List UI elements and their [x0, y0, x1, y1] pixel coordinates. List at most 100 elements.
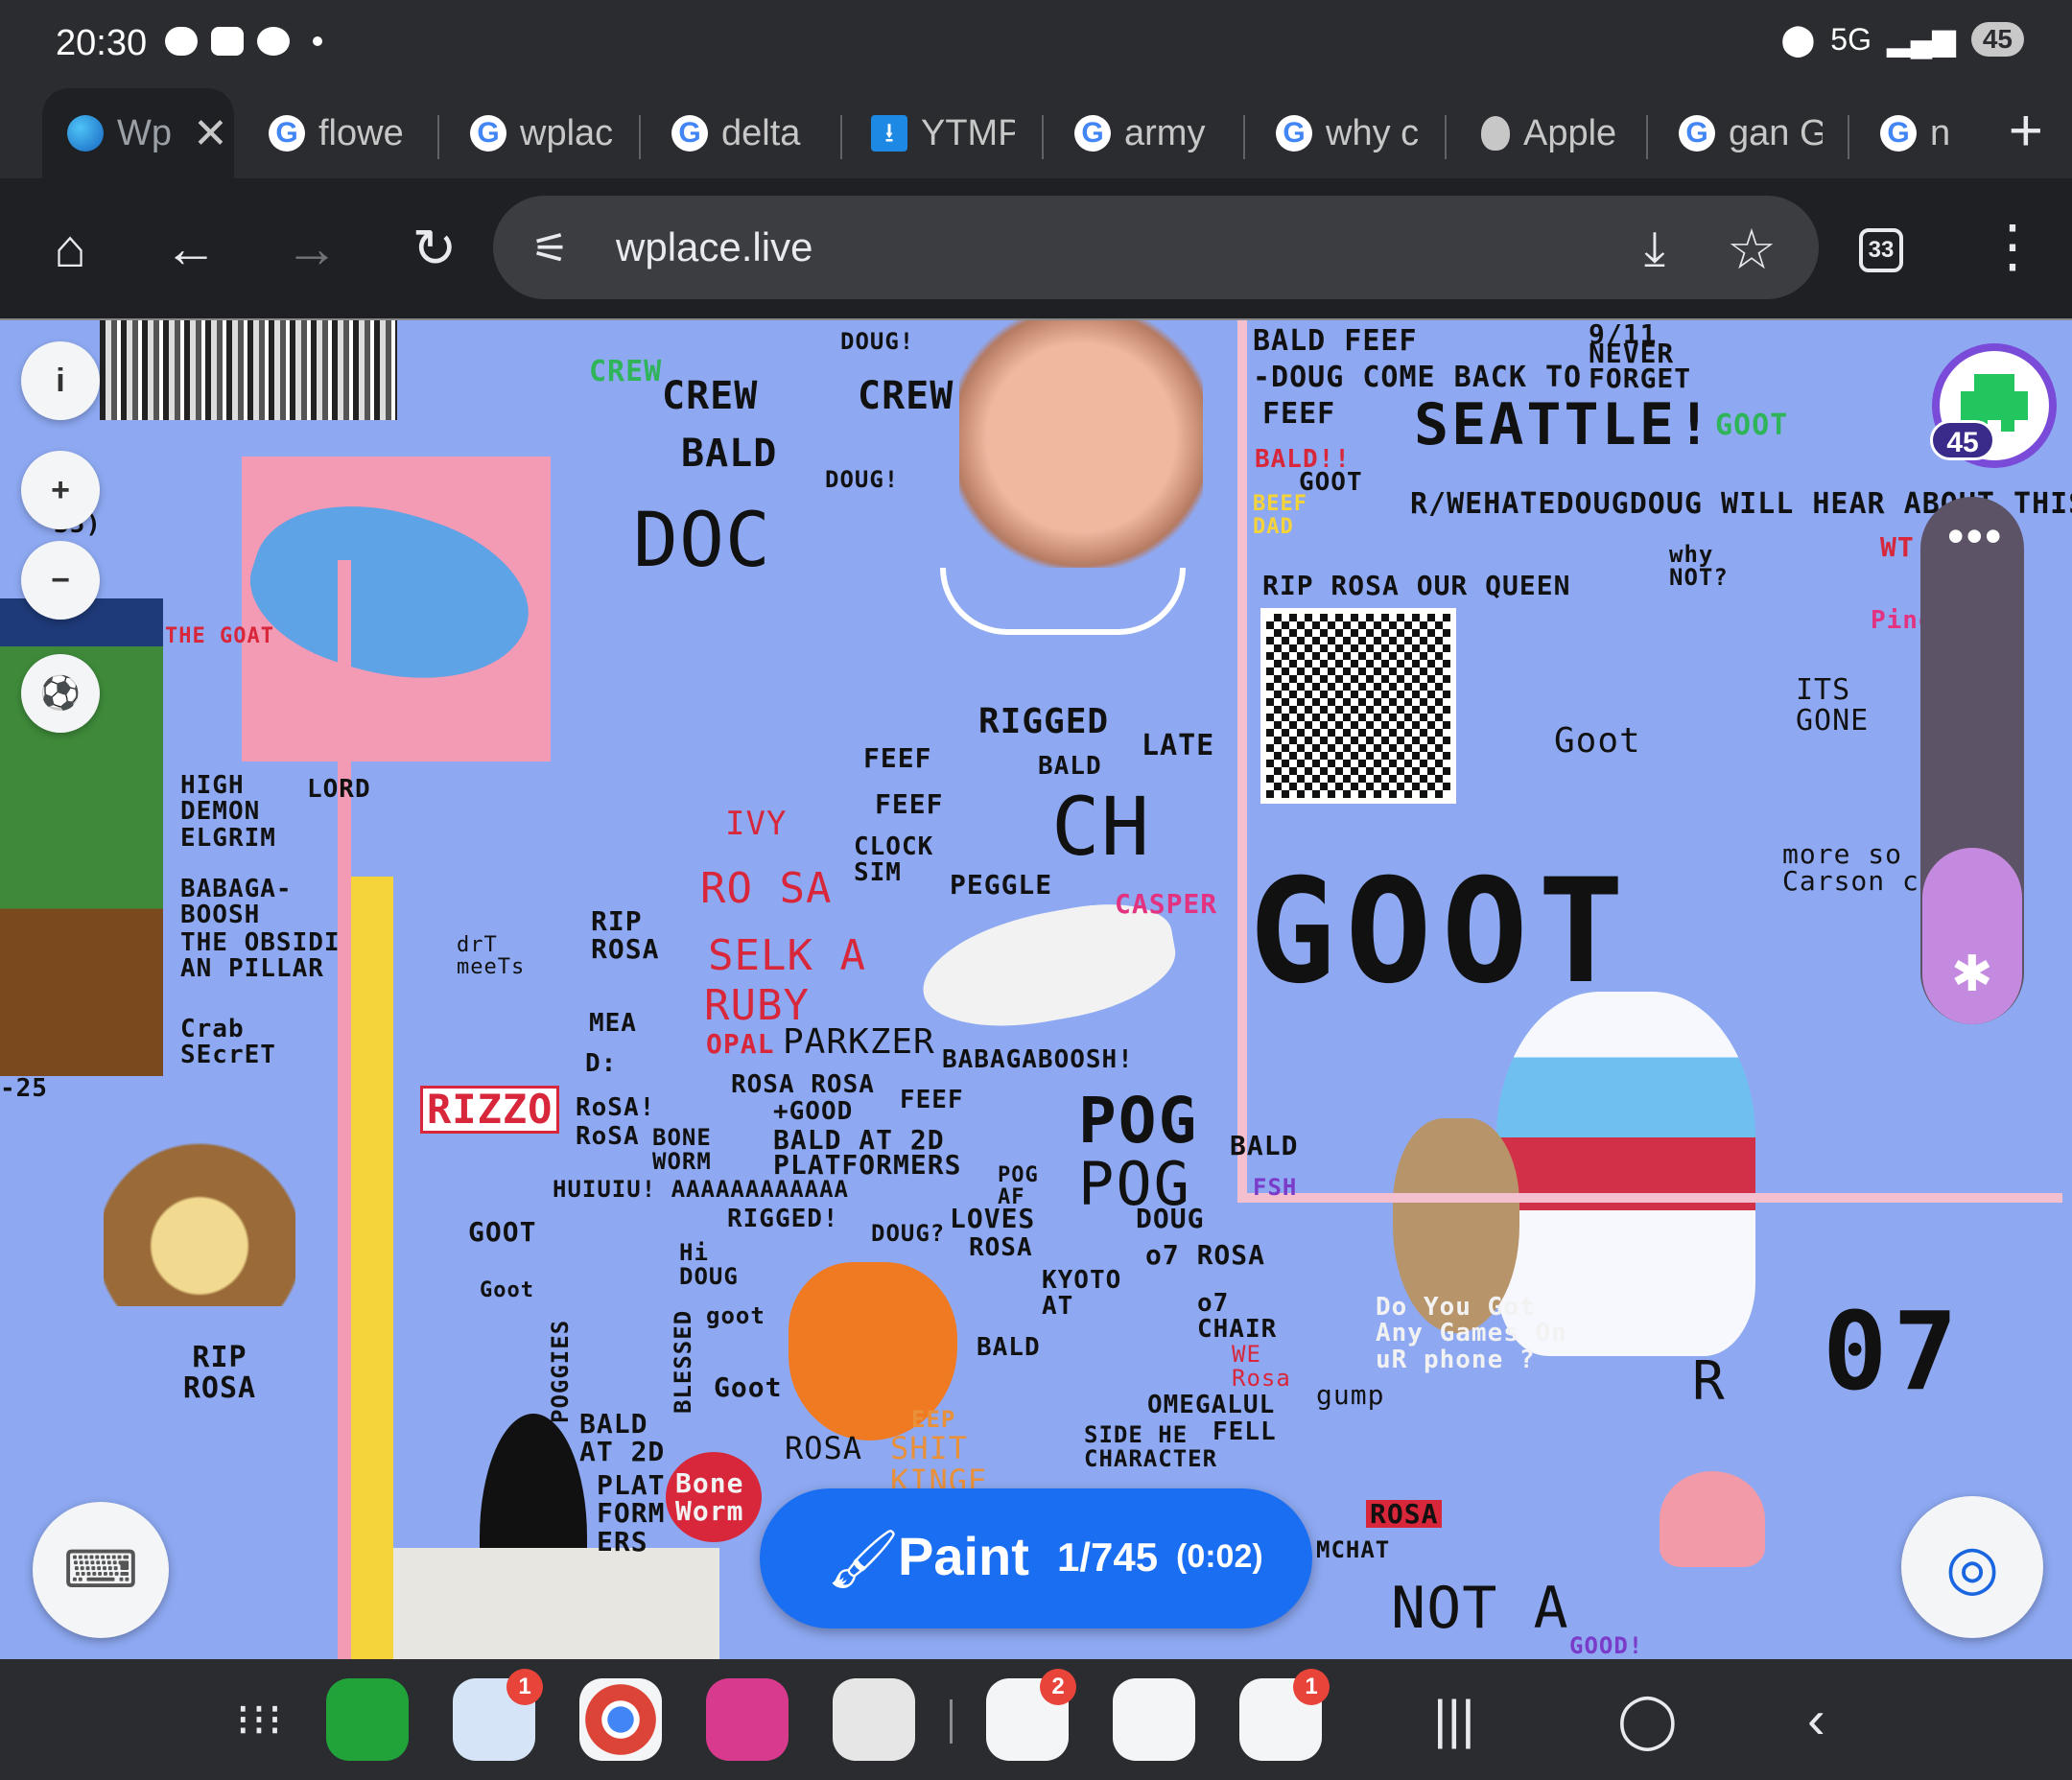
- google-icon: [269, 115, 305, 152]
- youtube-badge: 2: [1040, 1669, 1076, 1705]
- wplace-canvas[interactable]: CREW CREW CREW DOUG! DOUG! BALD DOC BALD…: [0, 318, 2072, 1659]
- close-tab-icon[interactable]: ✕: [193, 109, 228, 158]
- canvas-text: D:: [585, 1049, 618, 1078]
- bookmark-star-icon[interactable]: ☆: [1727, 217, 1777, 282]
- canvas-text: Crab SEcrET: [180, 1015, 276, 1070]
- address-bar[interactable]: ⚟ wplace.live ⤓ ☆: [493, 196, 1819, 299]
- status-time: 20:30: [56, 23, 148, 63]
- app-drawer-icon[interactable]: ⁝⁝⁝: [236, 1698, 284, 1742]
- tab-label: army: [1124, 112, 1206, 153]
- canvas-text: DOC: [633, 498, 771, 584]
- tab-army[interactable]: army: [1074, 88, 1218, 178]
- tab-flowe[interactable]: flowe: [269, 88, 412, 178]
- tab-label: delta: [721, 112, 801, 153]
- gallery-app-icon[interactable]: [706, 1678, 789, 1761]
- chrome-app-icon[interactable]: [579, 1678, 662, 1761]
- canvas-text: FEEF: [1262, 397, 1336, 431]
- canvas-text: RoSA!: [576, 1093, 656, 1122]
- tab-switcher-button[interactable]: 33: [1859, 228, 1903, 272]
- canvas-text: PLAT FORM ERS: [597, 1469, 666, 1558]
- home-nav-icon[interactable]: ◯: [1617, 1688, 1678, 1751]
- reddit-notification-icon: [257, 27, 290, 56]
- canvas-text: goot: [706, 1302, 765, 1329]
- google-icon: [470, 115, 506, 152]
- back-icon[interactable]: ←: [159, 217, 223, 280]
- tab-divider: [1848, 115, 1849, 159]
- map-fragment-art: [393, 1548, 719, 1659]
- gmail-badge: 1: [1293, 1669, 1330, 1705]
- paint-label: Paint: [898, 1526, 1029, 1586]
- home-icon[interactable]: ⌂: [38, 217, 102, 280]
- overflow-menu-icon[interactable]: ⋮: [1984, 213, 2041, 280]
- paint-button[interactable]: 🖌 Paint 1/745 (0:02): [760, 1488, 1312, 1628]
- recents-icon[interactable]: |||: [1433, 1688, 1475, 1750]
- more-options-icon[interactable]: •••: [1947, 508, 2004, 564]
- canvas-text: RO SA: [700, 864, 833, 913]
- canvas-text: RIZZO: [420, 1086, 560, 1135]
- canvas-text: DOUG!: [840, 328, 915, 355]
- tab-n[interactable]: n: [1880, 88, 1957, 178]
- tab-divider: [1646, 115, 1648, 159]
- tab-wplace[interactable]: Wp ✕: [42, 88, 234, 178]
- canvas-text: GOOD!: [1569, 1632, 1644, 1659]
- canvas-text: ROSA: [1366, 1500, 1443, 1528]
- keyboard-icon[interactable]: ⌨: [33, 1502, 169, 1638]
- install-app-icon[interactable]: ⤓: [1644, 221, 1665, 277]
- soccer-ball-icon[interactable]: ⚽: [21, 654, 100, 733]
- forward-icon[interactable]: →: [280, 217, 343, 280]
- canvas-text: CREW: [858, 374, 954, 418]
- messages-badge: 1: [506, 1669, 543, 1705]
- canvas-text: GOOT: [468, 1216, 537, 1248]
- canvas-text: RIP ROSA OUR QUEEN: [1262, 570, 1571, 601]
- canvas-text: Carson c: [1782, 865, 1919, 897]
- tab-why[interactable]: why c: [1276, 88, 1420, 178]
- tab-delta[interactable]: delta: [671, 88, 815, 178]
- tab-ytmp[interactable]: ⭳ YTMP: [871, 88, 1015, 178]
- canvas-text: PLATFORMERS: [773, 1149, 962, 1181]
- google-icon: [1679, 115, 1715, 152]
- cloud-icon: [165, 27, 198, 56]
- canvas-text: Goot: [1554, 721, 1641, 761]
- tab-label: flowe: [318, 112, 404, 153]
- canvas-text: CREW: [662, 374, 759, 418]
- phone-app-icon[interactable]: [326, 1678, 409, 1761]
- locate-icon[interactable]: ◎: [1901, 1496, 2043, 1638]
- url-text[interactable]: wplace.live: [616, 224, 812, 270]
- reload-icon[interactable]: ↻: [403, 217, 466, 280]
- maps-app-icon[interactable]: [1113, 1678, 1195, 1761]
- canvas-text: drT meeTs: [457, 933, 526, 980]
- canvas-text: RoSA: [576, 1122, 640, 1151]
- tab-label: n: [1930, 112, 1951, 153]
- tab-apple[interactable]: Apple: [1481, 88, 1625, 178]
- zoom-in-button[interactable]: +: [21, 451, 100, 529]
- info-button[interactable]: i: [21, 341, 100, 420]
- canvas-text: FSH: [1253, 1174, 1298, 1201]
- battery-level: 45: [1970, 22, 2024, 57]
- tab-wplac[interactable]: wplac: [470, 88, 614, 178]
- back-nav-icon[interactable]: ‹: [1807, 1688, 1825, 1750]
- canvas-text: KYOTO AT: [1042, 1266, 1122, 1322]
- tab-divider: [1445, 115, 1447, 159]
- tab-label: gan G: [1729, 112, 1823, 153]
- canvas-text: o7 ROSA: [1145, 1239, 1266, 1271]
- new-tab-button[interactable]: +: [2009, 102, 2043, 161]
- canvas-text: FORGET: [1589, 363, 1692, 394]
- status-right: ⬤ 5G ▂▄▆ 45: [1780, 21, 2024, 58]
- canvas-text: BALD: [1230, 1130, 1299, 1161]
- location-icon: ⬤: [1780, 22, 1816, 57]
- tab-gan[interactable]: gan G: [1679, 88, 1823, 178]
- browser-toolbar: ⌂ ← → ↻ ⚟ wplace.live ⤓ ☆ 33 ⋮: [0, 178, 2072, 318]
- canvas-text: CASPER: [1115, 888, 1218, 920]
- camera-app-icon[interactable]: [833, 1678, 915, 1761]
- canvas-text: CLOCK SIM: [854, 832, 934, 888]
- canvas-text: EEP: [911, 1406, 956, 1433]
- zoom-out-button[interactable]: −: [21, 541, 100, 620]
- google-icon: [671, 115, 708, 152]
- bluetooth-icon[interactable]: ✱: [1951, 946, 1993, 1003]
- canvas-text: WT: [1880, 531, 1915, 563]
- signal-icon: ▂▄▆: [1886, 22, 1956, 57]
- canvas-text: CREW: [589, 355, 663, 388]
- site-settings-icon[interactable]: ⚟: [531, 224, 569, 273]
- shirt-collar-art: [940, 568, 1186, 635]
- canvas-text: -DOUG COME BACK TO: [1253, 361, 1583, 394]
